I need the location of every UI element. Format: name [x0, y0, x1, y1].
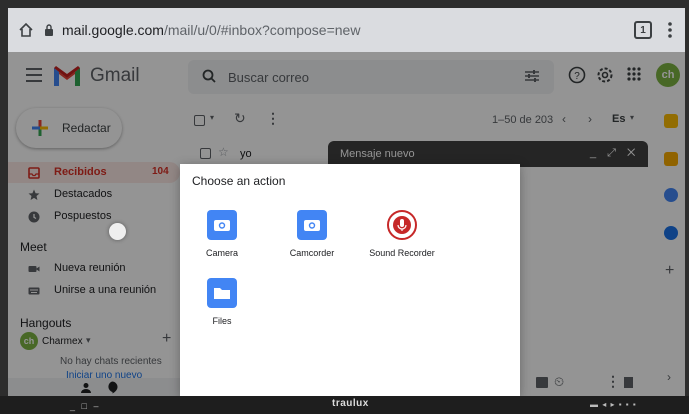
dialog-title: Choose an action [192, 174, 286, 188]
camcorder-icon [297, 210, 327, 240]
home-icon [19, 22, 33, 37]
home-button[interactable] [8, 8, 44, 52]
system-tray-icons[interactable]: ▬ ◂ ▸ ▪ ▪ ▪ [590, 400, 637, 409]
lock-icon [40, 24, 58, 36]
more-vert-icon [668, 22, 672, 38]
device-taskbar: _ □ – traulux ▬ ◂ ▸ ▪ ▪ ▪ [0, 396, 689, 414]
app-label: Sound Recorder [369, 248, 435, 258]
app-label: Files [212, 316, 232, 326]
browser-menu-button[interactable] [662, 18, 678, 42]
app-option-camcorder[interactable]: Camcorder [272, 210, 352, 290]
screen: mail.google.com/mail/u/0/#inbox?compose=… [8, 8, 685, 396]
address-bar[interactable]: mail.google.com/mail/u/0/#inbox?compose=… [40, 16, 620, 44]
app-label: Camcorder [289, 248, 335, 258]
folder-icon [207, 278, 237, 308]
window-controls-icon[interactable]: _ □ – [70, 401, 100, 411]
browser-toolbar: mail.google.com/mail/u/0/#inbox?compose=… [8, 8, 685, 52]
microphone-icon [387, 210, 417, 240]
app-option-files[interactable]: Files [182, 278, 262, 358]
app-option-sound-recorder[interactable]: Sound Recorder [362, 210, 442, 290]
camera-icon [207, 210, 237, 240]
app-label: Camera [205, 248, 238, 258]
url-path: /mail/u/0/#inbox?compose=new [163, 22, 361, 38]
device-frame: mail.google.com/mail/u/0/#inbox?compose=… [0, 0, 689, 414]
tab-switcher-button[interactable]: 1 [634, 21, 652, 39]
device-brand: traulux [332, 398, 369, 409]
url-host: mail.google.com [62, 22, 164, 38]
chooser-dialog: Choose an action Camera Camcorder Sound … [180, 164, 520, 396]
touch-indicator [109, 223, 126, 240]
